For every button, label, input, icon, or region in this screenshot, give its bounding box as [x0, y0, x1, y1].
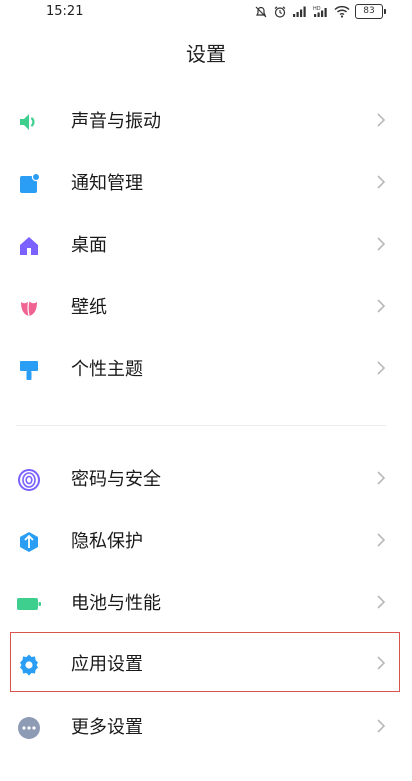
notification-icon: [16, 171, 42, 197]
chevron-right-icon: [376, 655, 386, 675]
speaker-icon: [16, 109, 42, 135]
chevron-right-icon: [376, 360, 386, 380]
status-time: 15:21: [46, 4, 84, 19]
tulip-icon: [16, 295, 42, 321]
chevron-right-icon: [376, 236, 386, 256]
brush-icon: [16, 357, 42, 383]
settings-item-label: 电池与性能: [71, 593, 161, 614]
battery-icon: [16, 591, 42, 617]
section-divider: [16, 425, 386, 426]
settings-item-label: 壁纸: [71, 297, 107, 318]
home-icon: [16, 233, 42, 259]
settings-item-privacy[interactable]: 隐私保护: [0, 511, 412, 573]
settings-item-themes[interactable]: 个性主题: [0, 339, 412, 401]
settings-item-label: 声音与振动: [71, 111, 161, 132]
settings-item-password-security[interactable]: 密码与安全: [0, 449, 412, 511]
settings-item-label: 更多设置: [71, 717, 143, 738]
signal-icon: [293, 6, 306, 17]
page-title: 设置: [186, 42, 226, 66]
signal-hd-icon: HD: [313, 6, 327, 17]
fingerprint-icon: [16, 467, 42, 493]
chevron-right-icon: [376, 532, 386, 552]
chevron-right-icon: [376, 594, 386, 614]
settings-item-label: 应用设置: [71, 654, 143, 675]
settings-item-more-settings[interactable]: 更多设置: [0, 697, 412, 759]
shield-icon: [16, 529, 42, 555]
chevron-right-icon: [376, 470, 386, 490]
chevron-right-icon: [376, 174, 386, 194]
settings-item-label: 隐私保护: [71, 531, 143, 552]
gear-icon: [16, 652, 42, 678]
settings-item-home-screen[interactable]: 桌面: [0, 215, 412, 277]
settings-item-wallpaper[interactable]: 壁纸: [0, 277, 412, 339]
settings-item-sound[interactable]: 声音与振动: [0, 91, 412, 153]
settings-item-app-settings[interactable]: 应用设置: [0, 634, 412, 696]
dnd-off-icon: [255, 6, 267, 17]
settings-item-label: 通知管理: [71, 173, 143, 194]
chevron-right-icon: [376, 112, 386, 132]
battery-indicator: 83: [355, 4, 386, 19]
status-bar: 15:21 HD 83: [0, 0, 412, 26]
settings-item-label: 个性主题: [71, 359, 143, 380]
more-icon: [16, 715, 42, 741]
status-icons: HD 83: [254, 4, 386, 19]
alarm-icon: [274, 5, 286, 18]
wifi-icon: [334, 5, 350, 18]
settings-item-notifications[interactable]: 通知管理: [0, 153, 412, 215]
battery-level: 83: [355, 4, 383, 19]
chevron-right-icon: [376, 298, 386, 318]
settings-item-label: 密码与安全: [71, 469, 161, 490]
settings-item-battery-performance[interactable]: 电池与性能: [0, 573, 412, 635]
battery-tip: [384, 9, 386, 14]
svg-text:HD: HD: [313, 6, 321, 12]
settings-item-label: 桌面: [71, 235, 107, 256]
chevron-right-icon: [376, 718, 386, 738]
